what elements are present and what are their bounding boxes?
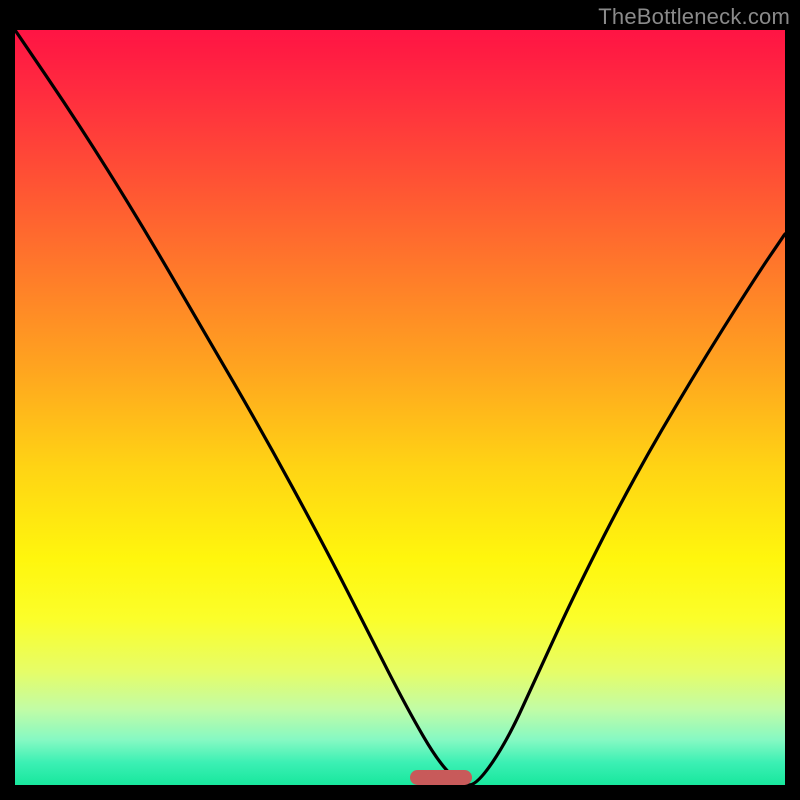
bottleneck-curve [15,30,785,785]
watermark-text: TheBottleneck.com [598,4,790,30]
plot-area [15,30,785,785]
chart-root: TheBottleneck.com [0,0,800,800]
curve-path [15,30,785,785]
min-marker-icon [410,770,472,785]
